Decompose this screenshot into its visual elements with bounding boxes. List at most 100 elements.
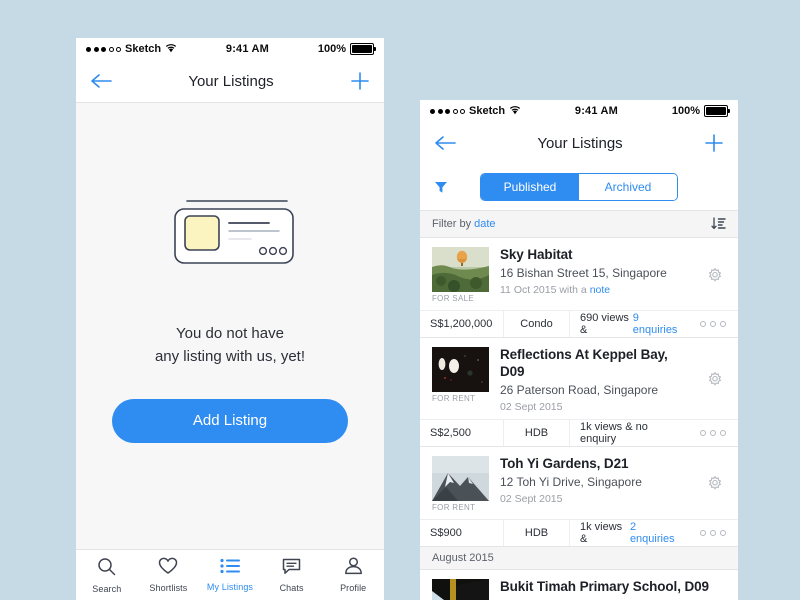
listing-info: Reflections At Keppel Bay, D09 26 Paters… [500,347,695,413]
listing-price: S$2,500 [420,419,504,446]
listing-views: 1k views & 2 enquiries [570,520,688,546]
listing-title: Toh Yi Gardens, D21 [500,455,629,471]
listing-views: 1k views & no enquiry [570,420,688,446]
listing-views-text: 1k views & no enquiry [580,420,648,445]
listing-row-stats: S$900 HDB 1k views & 2 enquiries [420,518,738,546]
back-arrow-icon[interactable] [90,73,112,89]
listing-title: Bukit Timah Primary School, D09 [500,578,709,594]
listing-card-illustration [159,195,301,274]
more-options-icon[interactable] [688,420,738,446]
listing-enquiries-link[interactable]: 2 enquiries [630,521,678,545]
empty-state-body: You do not have any listing with us, yet… [76,103,384,550]
empty-state-line-1: You do not have [176,325,284,342]
status-bar-2: Sketch 9:41 AM 100% [420,100,738,122]
listing-info: Sky Habitat 16 Bishan Street 15, Singapo… [500,247,695,296]
listing-address: 26 Paterson Road, Singapore [500,382,659,397]
night-sky-photo [432,347,489,392]
segmented-control: Published Archived [480,173,678,201]
listing-property-type: Condo [504,311,570,337]
listing-title: Reflections At Keppel Bay, D09 [500,347,668,379]
filter-value-link[interactable]: date [474,218,495,230]
phone-empty-state: Sketch 9:41 AM 100% Your Listings You do… [76,38,384,600]
status-bar: Sketch 9:41 AM 100% [76,38,384,60]
more-options-icon[interactable] [688,520,738,546]
tab-profile-label: Profile [340,583,367,593]
funnel-icon[interactable] [434,180,448,194]
tab-chats[interactable]: Chats [261,558,323,593]
nav-bar-2: Your Listings [420,122,738,164]
segment-archived[interactable]: Archived [579,174,677,200]
listing-row[interactable]: FOR SALE Sky Habitat 16 Bishan Street 15… [420,238,738,338]
tab-shortlists[interactable]: Shortlists [138,557,200,593]
empty-state-line-2: any listing with us, yet! [154,348,306,366]
listing-row-stats: S$1,200,000 Condo 690 views & 9 enquirie… [420,310,738,337]
tab-my-listings-label: My Listings [206,582,254,592]
listing-row-main: Bukit Timah Primary School, D09 [420,570,738,600]
listing-row[interactable]: Bukit Timah Primary School, D09 [420,569,738,600]
status-bar-left: Sketch [86,43,177,56]
listings-list: FOR SALE Sky Habitat 16 Bishan Street 15… [420,238,738,600]
carrier-label: Sketch [469,105,506,117]
phone-listings: Sketch 9:41 AM 100% Your Listings Publis… [420,100,738,600]
filter-by-label: Filter by [432,218,472,230]
filter-bar: Filter by date [420,210,738,238]
page-title: Your Listings [537,134,623,152]
screenshot-stage: Sketch 9:41 AM 100% Your Listings You do… [0,0,800,600]
hot-air-balloon-photo [432,247,489,292]
add-listing-button[interactable]: Add Listing [112,398,348,443]
listing-property-type: HDB [504,519,570,546]
status-bar-2-left: Sketch [430,105,521,118]
status-bar-right: 100% [318,43,376,55]
more-options-icon[interactable] [688,311,738,337]
listing-tag: FOR RENT [432,502,476,512]
segmented-control-bar: Published Archived [420,164,738,210]
carrier-label: Sketch [125,43,162,55]
listing-meta: 11 Oct 2015 with a note [500,284,695,296]
listing-views: 690 views & 9 enquiries [570,311,688,337]
plus-icon[interactable] [350,71,370,91]
listing-enquiries-link[interactable]: 9 enquiries [633,312,678,336]
tab-profile[interactable]: Profile [322,557,384,593]
listing-row-main: FOR SALE Sky Habitat 16 Bishan Street 15… [420,238,738,310]
signal-dots-icon [86,46,121,52]
listing-row-main: FOR RENT Reflections At Keppel Bay, D09 … [420,338,738,419]
listing-address: 16 Bishan Street 15, Singapore [500,265,667,280]
listing-info: Bukit Timah Primary School, D09 [500,579,726,596]
battery-percent: 100% [671,105,700,117]
segment-published[interactable]: Published [481,174,579,200]
listing-price: S$1,200,000 [420,311,504,337]
listing-row-main: FOR RENT Toh Yi Gardens, D21 12 Toh Yi D… [420,447,738,519]
listing-tag: FOR RENT [432,394,476,403]
mountain-photo [432,455,489,501]
listing-price: S$900 [420,519,504,546]
listing-date: 02 Sept 2015 [500,492,563,505]
gear-icon[interactable] [706,371,726,389]
listing-tag: FOR SALE [432,294,474,303]
tab-bar: Search Shortlists My Listings Chats Prof… [76,549,384,600]
listing-thumbnail-wrap: FOR RENT [432,455,489,513]
wifi-icon [165,43,177,56]
listing-note-link[interactable]: note [590,284,610,296]
sort-descending-icon[interactable] [711,217,726,231]
listing-row[interactable]: FOR RENT Reflections At Keppel Bay, D09 … [420,338,738,447]
battery-icon [350,43,376,55]
tab-search[interactable]: Search [76,557,138,594]
listing-row-stats: S$2,500 HDB 1k views & no enquiry [420,418,738,446]
listing-row[interactable]: FOR RENT Toh Yi Gardens, D21 12 Toh Yi D… [420,446,738,547]
listing-thumbnail-wrap: FOR SALE [432,247,489,304]
clock: 9:41 AM [574,105,619,117]
listing-meta: 02 Sept 2015 [500,493,695,505]
tab-my-listings[interactable]: My Listings [199,558,261,592]
back-arrow-icon[interactable] [434,135,456,151]
listing-date: 02 Sept 2015 [500,400,563,413]
plus-icon[interactable] [704,133,724,153]
listing-info: Toh Yi Gardens, D21 12 Toh Yi Drive, Sin… [500,456,695,505]
listing-property-type: HDB [504,419,570,446]
status-bar-2-right: 100% [671,105,730,117]
gear-icon[interactable] [706,475,726,493]
chat-bubble-icon [282,558,301,580]
tab-shortlists-label: Shortlists [149,583,188,593]
listing-title: Sky Habitat [500,247,573,262]
gear-icon[interactable] [706,267,726,285]
clock: 9:41 AM [225,43,270,55]
